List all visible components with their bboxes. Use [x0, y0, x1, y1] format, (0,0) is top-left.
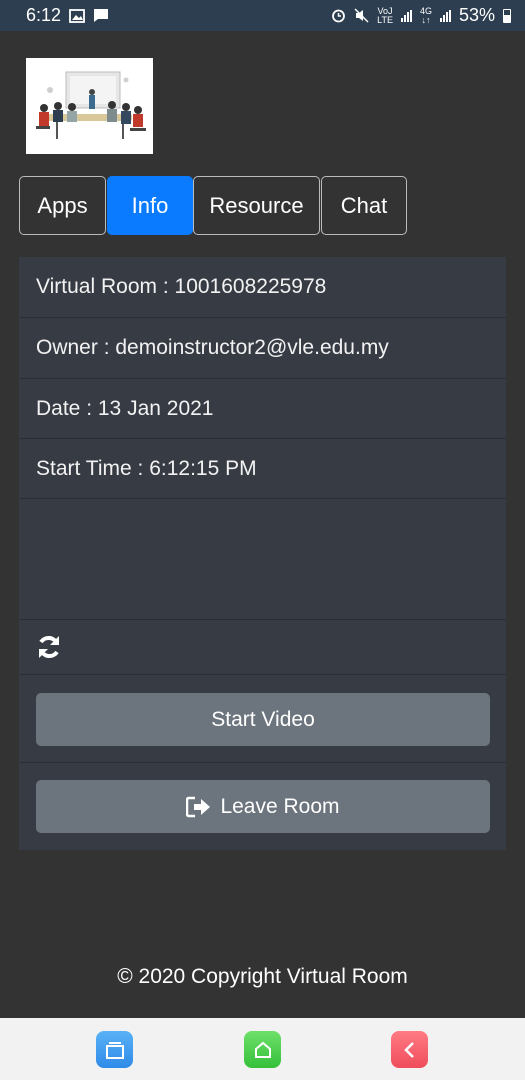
tab-apps-label: Apps [37, 192, 88, 218]
message-icon [94, 9, 109, 22]
date-row: Date : 13 Jan 2021 [19, 378, 506, 438]
virtual-room-row: Virtual Room : 1001608225978 [36, 275, 327, 298]
image-icon [69, 8, 85, 23]
start-time-label: Start Time [36, 456, 132, 480]
meeting-illustration [36, 71, 146, 139]
back-button[interactable] [391, 1031, 428, 1068]
tab-info-label: Info [131, 192, 169, 218]
meeting-logo [26, 58, 153, 154]
status-bar: 6:12 VoJ LTE 4G ↓↑ 53% [0, 0, 525, 31]
tab-apps[interactable]: Apps [19, 176, 106, 235]
battery-percent: 53% [458, 5, 495, 25]
date-label: Date [36, 396, 81, 420]
tab-chat[interactable]: Chat [321, 176, 407, 235]
start-time-row: Start Time : 6:12:15 PM [19, 438, 506, 498]
tab-chat-label: Chat [340, 192, 388, 218]
divider [19, 762, 506, 763]
mute-icon [354, 8, 369, 23]
owner-label: Owner [36, 335, 98, 359]
date-value: 13 Jan 2021 [97, 396, 214, 420]
info-panel: Virtual Room : 1001608225978 Owner : dem… [19, 257, 506, 850]
empty-row [19, 498, 506, 619]
recent-apps-icon [105, 1041, 124, 1059]
alarm-icon [332, 9, 346, 23]
virtual-room-value: 1001608225978 [174, 275, 327, 298]
owner-value: demoinstructor2@vle.edu.my [115, 335, 389, 359]
navigation-bar [0, 1018, 525, 1080]
start-video-label: Start Video [211, 707, 315, 731]
volte-icon: VoJ LTE [377, 5, 393, 25]
owner-row: Owner : demoinstructor2@vle.edu.my [19, 317, 506, 377]
signal-icon [439, 9, 451, 22]
leave-room-button[interactable]: Leave Room [36, 780, 490, 833]
home-icon [254, 1041, 271, 1058]
start-video-button[interactable]: Start Video [36, 693, 490, 746]
status-time: 6:12 [26, 5, 62, 25]
refresh-row [19, 619, 506, 675]
copyright-footer: © 2020 Copyright Virtual Room [117, 965, 408, 988]
home-button[interactable] [244, 1031, 281, 1068]
4g-icon: 4G ↓↑ [419, 5, 432, 25]
back-icon [403, 1041, 414, 1058]
refresh-icon[interactable] [35, 633, 63, 661]
start-time-value: 6:12:15 PM [149, 456, 257, 480]
sign-out-icon [186, 796, 211, 817]
tab-resource[interactable]: Resource [193, 176, 320, 235]
tab-info[interactable]: Info [107, 176, 193, 235]
battery-icon [503, 8, 511, 23]
signal-icon [400, 9, 412, 22]
tab-resource-label: Resource [209, 192, 304, 218]
recent-apps-button[interactable] [96, 1031, 133, 1068]
leave-room-label: Leave Room [220, 794, 340, 818]
virtual-room-label: Virtual Room [36, 275, 157, 298]
